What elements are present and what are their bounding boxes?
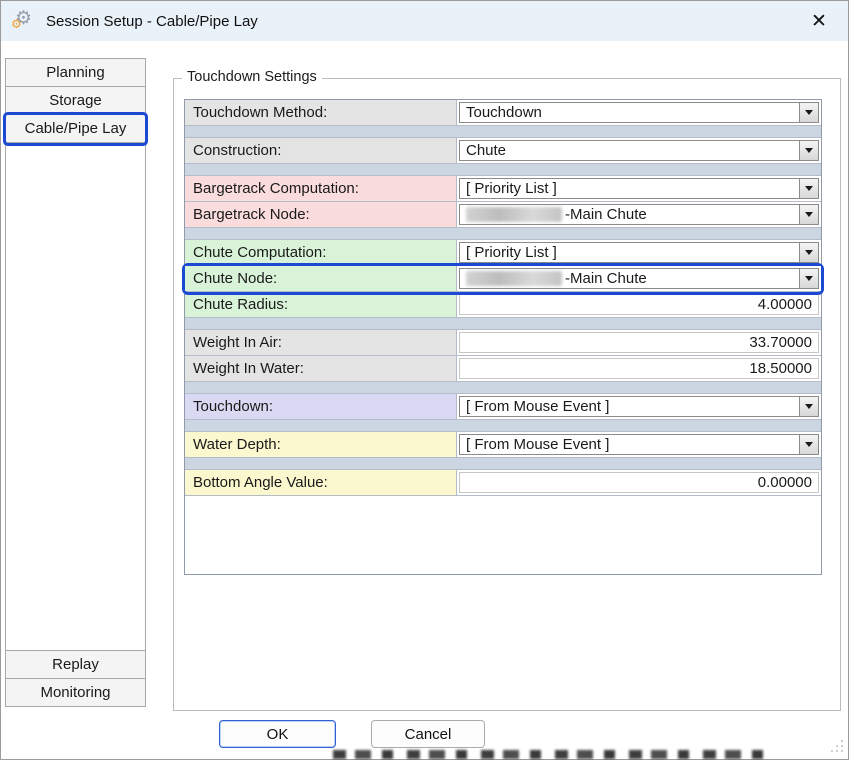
dropdown-arrow-icon[interactable] [799, 141, 818, 160]
cancel-button[interactable]: Cancel [371, 720, 485, 748]
field-value-chute-node: -Main Chute [457, 266, 821, 291]
dropdown-touchdown-method[interactable]: Touchdown [459, 102, 819, 123]
form-row-chute-computation: Chute Computation:[ Priority List ] [185, 240, 821, 266]
dropdown-bargetrack-computation[interactable]: [ Priority List ] [459, 178, 819, 199]
sidebar-item-cable-pipe-lay[interactable]: Cable/Pipe Lay [6, 115, 145, 143]
dropdown-selected-value: [ From Mouse Event ] [460, 435, 799, 454]
field-value-bottom-angle-value: 0.00000 [457, 470, 821, 495]
dropdown-arrow-icon[interactable] [799, 397, 818, 416]
dropdown-construction[interactable]: Chute [459, 140, 819, 161]
form-row-weight-in-air: Weight In Air:33.70000 [185, 330, 821, 356]
settings-table-rows: Touchdown Method:TouchdownConstruction:C… [185, 100, 821, 496]
form-row-chute-node: Chute Node:-Main Chute [185, 266, 821, 292]
settings-table: Touchdown Method:TouchdownConstruction:C… [184, 99, 822, 575]
group-separator [185, 318, 821, 330]
field-label-bargetrack-computation: Bargetrack Computation: [185, 176, 457, 201]
dropdown-bargetrack-node[interactable]: -Main Chute [459, 204, 819, 225]
sidebar-item-replay[interactable]: Replay [6, 650, 145, 678]
field-value-construction: Chute [457, 138, 821, 163]
form-row-touchdown-method: Touchdown Method:Touchdown [185, 100, 821, 126]
window-title: Session Setup - Cable/Pipe Lay [46, 13, 258, 30]
dropdown-selected-value: Touchdown [460, 103, 799, 122]
field-value-touchdown: [ From Mouse Event ] [457, 394, 821, 419]
field-label-chute-radius: Chute Radius: [185, 292, 457, 317]
dropdown-arrow-icon[interactable] [799, 205, 818, 224]
field-label-chute-computation: Chute Computation: [185, 240, 457, 265]
field-label-construction: Construction: [185, 138, 457, 163]
input-weight-in-air[interactable]: 33.70000 [459, 332, 819, 353]
dropdown-water-depth[interactable]: [ From Mouse Event ] [459, 434, 819, 455]
background-window-artifact [333, 750, 769, 759]
group-separator [185, 228, 821, 240]
sidebar-item-planning[interactable]: Planning [6, 59, 145, 87]
field-value-chute-computation: [ Priority List ] [457, 240, 821, 265]
field-value-weight-in-air: 33.70000 [457, 330, 821, 355]
input-bottom-angle-value[interactable]: 0.00000 [459, 472, 819, 493]
field-value-weight-in-water: 18.50000 [457, 356, 821, 381]
session-setup-dialog: ⚙ ⚙ Session Setup - Cable/Pipe Lay ✕ Pla… [0, 0, 849, 760]
form-row-touchdown: Touchdown:[ From Mouse Event ] [185, 394, 821, 420]
touchdown-settings-group: Touchdown Settings Touchdown Method:Touc… [173, 78, 841, 711]
dropdown-arrow-icon[interactable] [799, 435, 818, 454]
field-value-bargetrack-node: -Main Chute [457, 202, 821, 227]
sidebar-spacer [6, 143, 145, 650]
group-separator [185, 458, 821, 470]
dropdown-chute-node[interactable]: -Main Chute [459, 268, 819, 289]
field-value-touchdown-method: Touchdown [457, 100, 821, 125]
form-row-bargetrack-node: Bargetrack Node:-Main Chute [185, 202, 821, 228]
gear-icon: ⚙ ⚙ [13, 9, 37, 33]
ok-button[interactable]: OK [219, 720, 336, 748]
dropdown-arrow-icon[interactable] [799, 103, 818, 122]
dropdown-selected-value: -Main Chute [460, 269, 799, 288]
field-label-touchdown-method: Touchdown Method: [185, 100, 457, 125]
field-label-chute-node: Chute Node: [185, 266, 457, 291]
input-chute-radius[interactable]: 4.00000 [459, 294, 819, 315]
group-separator [185, 382, 821, 394]
group-title: Touchdown Settings [182, 69, 322, 85]
group-separator [185, 420, 821, 432]
field-label-bottom-angle-value: Bottom Angle Value: [185, 470, 457, 495]
field-value-water-depth: [ From Mouse Event ] [457, 432, 821, 457]
sidebar-item-monitoring[interactable]: Monitoring [6, 678, 145, 706]
sidebar-item-storage[interactable]: Storage [6, 87, 145, 115]
dropdown-arrow-icon[interactable] [799, 179, 818, 198]
dropdown-selected-value: [ Priority List ] [460, 243, 799, 262]
dropdown-selected-value: -Main Chute [460, 205, 799, 224]
titlebar: ⚙ ⚙ Session Setup - Cable/Pipe Lay ✕ [1, 1, 848, 41]
field-value-chute-radius: 4.00000 [457, 292, 821, 317]
table-filler [185, 496, 821, 574]
group-separator [185, 164, 821, 176]
sidebar: Planning Storage Cable/Pipe Lay Replay M… [5, 58, 146, 707]
form-row-bottom-angle-value: Bottom Angle Value:0.00000 [185, 470, 821, 496]
field-label-weight-in-water: Weight In Water: [185, 356, 457, 381]
dropdown-selected-value: [ From Mouse Event ] [460, 397, 799, 416]
resize-grip[interactable] [829, 738, 843, 752]
input-weight-in-water[interactable]: 18.50000 [459, 358, 819, 379]
field-label-touchdown: Touchdown: [185, 394, 457, 419]
field-label-bargetrack-node: Bargetrack Node: [185, 202, 457, 227]
dropdown-chute-computation[interactable]: [ Priority List ] [459, 242, 819, 263]
form-row-weight-in-water: Weight In Water:18.50000 [185, 356, 821, 382]
form-row-chute-radius: Chute Radius:4.00000 [185, 292, 821, 318]
group-separator [185, 126, 821, 138]
redacted-text [466, 207, 562, 222]
form-row-bargetrack-computation: Bargetrack Computation:[ Priority List ] [185, 176, 821, 202]
close-icon[interactable]: ✕ [804, 6, 834, 36]
field-label-water-depth: Water Depth: [185, 432, 457, 457]
dropdown-selected-value: [ Priority List ] [460, 179, 799, 198]
field-value-bargetrack-computation: [ Priority List ] [457, 176, 821, 201]
dropdown-touchdown[interactable]: [ From Mouse Event ] [459, 396, 819, 417]
dropdown-arrow-icon[interactable] [799, 269, 818, 288]
field-label-weight-in-air: Weight In Air: [185, 330, 457, 355]
form-row-water-depth: Water Depth:[ From Mouse Event ] [185, 432, 821, 458]
form-row-construction: Construction:Chute [185, 138, 821, 164]
dropdown-selected-value: Chute [460, 141, 799, 160]
dropdown-arrow-icon[interactable] [799, 243, 818, 262]
redacted-text [466, 271, 562, 286]
